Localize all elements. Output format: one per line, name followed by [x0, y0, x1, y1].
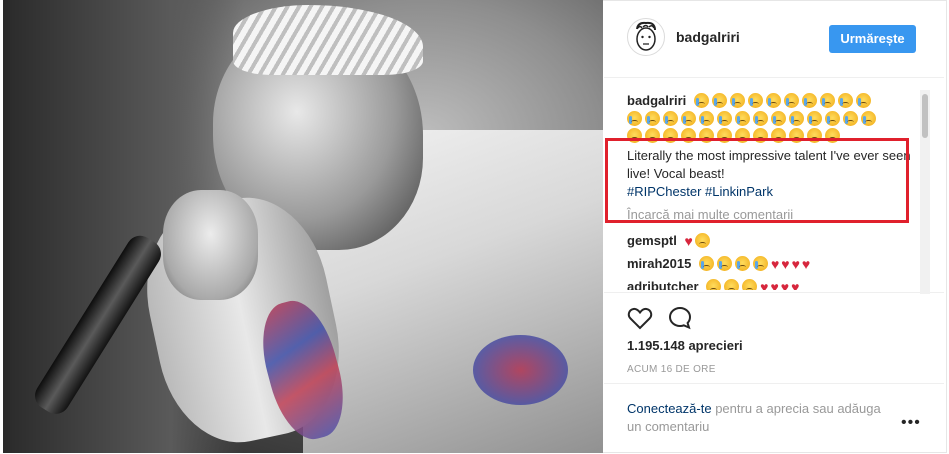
login-link[interactable]: Conectează-te: [627, 401, 712, 416]
crying-emoji-icon: [627, 111, 642, 126]
crying-emoji-icon: [807, 111, 822, 126]
crying-emoji-icon: [698, 256, 714, 271]
crying-emoji-icon: [789, 111, 804, 126]
crying-emoji-icon: [747, 93, 763, 108]
red-heart-icon: ♥: [770, 256, 780, 272]
crying-emoji-icon: [752, 256, 768, 271]
comment-username[interactable]: gemsptl: [627, 233, 677, 248]
comment-row: adributcher ♥ ♥ ♥ ♥: [627, 278, 801, 290]
crying-emoji-icon: [765, 93, 781, 108]
red-heart-icon: ♥: [791, 256, 800, 272]
post-photo[interactable]: [3, 0, 603, 453]
crying-emoji-icon: [861, 111, 876, 126]
comments-scrollbar[interactable]: [920, 90, 930, 294]
speech-bubble-icon[interactable]: [668, 306, 692, 330]
red-heart-icon: ♥: [760, 279, 769, 290]
highlight-box: [605, 138, 909, 223]
post-header: badgalriri Urmărește: [604, 0, 944, 78]
crying-emoji-icon: [711, 93, 727, 108]
crying-emoji-icon: [855, 93, 871, 108]
red-heart-icon: ♥: [684, 233, 693, 249]
red-heart-icon: ♥: [801, 256, 811, 272]
sad-emoji-icon: [706, 279, 722, 290]
add-comment-area: Conectează-te pentru a aprecia sau adăug…: [604, 383, 944, 454]
crying-emoji-icon: [819, 93, 835, 108]
crying-emoji-icon: [783, 93, 799, 108]
photo-tattoo-shape-2: [473, 335, 568, 405]
comment-row: gemsptl ♥: [627, 232, 713, 250]
follow-button[interactable]: Urmărește: [829, 25, 916, 53]
heart-outline-icon[interactable]: [627, 306, 653, 330]
caption-emoji-line-2: [627, 110, 879, 128]
crying-emoji-icon: [716, 256, 732, 271]
post-sidebar: badgalriri Urmărește badgalriri Literall…: [604, 0, 944, 453]
crying-emoji-icon: [843, 111, 858, 126]
photo-hair-shape: [233, 5, 423, 75]
caption-emoji-line-1: badgalriri: [627, 92, 874, 110]
sad-emoji-icon: [694, 233, 710, 248]
red-heart-icon: ♥: [781, 256, 790, 272]
post-timestamp: ACUM 16 DE ORE: [627, 364, 716, 375]
caption-username[interactable]: badgalriri: [627, 93, 686, 108]
crying-emoji-icon: [753, 111, 768, 126]
scrollbar-thumb[interactable]: [922, 94, 928, 138]
red-heart-icon: ♥: [770, 279, 779, 290]
login-prompt: Conectează-te pentru a aprecia sau adăug…: [627, 400, 887, 436]
crying-emoji-icon: [699, 111, 714, 126]
crying-emoji-icon: [729, 93, 745, 108]
crying-emoji-icon: [825, 111, 840, 126]
sad-emoji-icon: [724, 279, 740, 290]
ellipsis-icon[interactable]: •••: [901, 414, 921, 432]
photo-fist-shape: [163, 190, 258, 300]
crying-emoji-icon: [645, 111, 660, 126]
avatar-face-icon: [636, 21, 656, 51]
crying-emoji-icon: [735, 111, 750, 126]
crying-emoji-icon: [734, 256, 750, 271]
comment-row: mirah2015 ♥ ♥ ♥ ♥: [627, 255, 812, 273]
avatar[interactable]: [627, 18, 665, 56]
crying-emoji-icon: [837, 93, 853, 108]
like-count[interactable]: 1.195.148 aprecieri: [627, 338, 743, 353]
crying-emoji-icon: [681, 111, 696, 126]
red-heart-icon: ♥: [780, 279, 790, 290]
header-username[interactable]: badgalriri: [676, 29, 740, 45]
crying-emoji-icon: [771, 111, 786, 126]
crying-emoji-icon: [717, 111, 732, 126]
crying-emoji-icon: [663, 111, 678, 126]
red-heart-icon: ♥: [791, 279, 800, 290]
comment-username[interactable]: adributcher: [627, 279, 699, 290]
crying-emoji-icon: [801, 93, 817, 108]
sad-emoji-icon: [742, 279, 758, 290]
comment-username[interactable]: mirah2015: [627, 256, 691, 271]
crying-emoji-icon: [693, 93, 709, 108]
action-bar: [604, 292, 944, 343]
